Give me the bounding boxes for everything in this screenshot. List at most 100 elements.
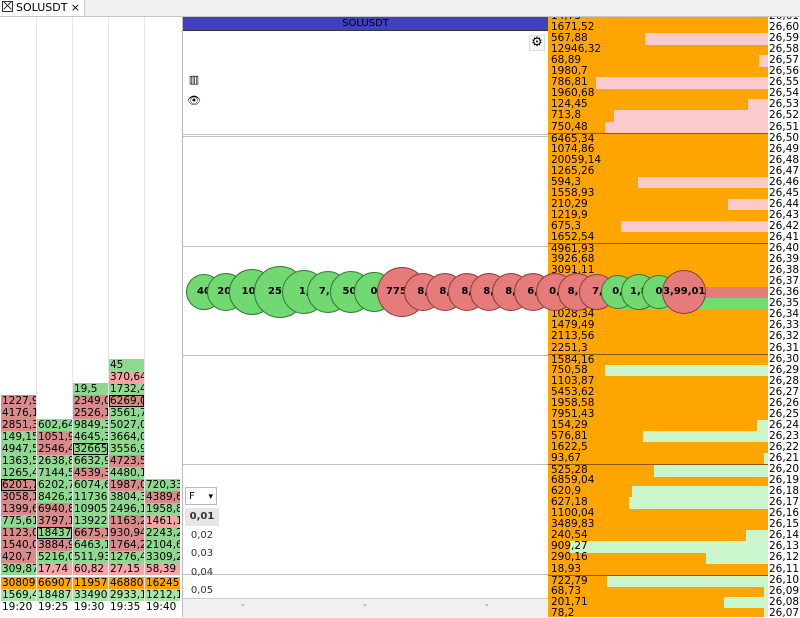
footprint-cell: 2851,3: [1, 419, 36, 431]
depth-bar: [724, 596, 768, 609]
indicator-icon[interactable]: ▥: [186, 73, 202, 87]
gridline: [183, 464, 548, 465]
orderbook-row[interactable]: 12946,32: [548, 44, 768, 56]
bubble-chart-panel[interactable]: SOLUSDT ⚙ ▥ 👁 40 20, 101 259, 1, 7,8 50, 0 775,1…: [182, 17, 707, 618]
footprint-cell: 370,64: [109, 371, 144, 383]
footprint-cell: 60,82: [73, 563, 108, 575]
filter-select[interactable]: F ▾: [185, 487, 217, 505]
footprint-cell: 1212,1: [145, 589, 180, 601]
gear-icon[interactable]: ⚙: [529, 35, 545, 51]
trade-bubble[interactable]: 3,99,01: [662, 270, 707, 314]
footprint-cell: 2349,0: [73, 395, 108, 407]
volume-value: 1652,54: [551, 231, 595, 243]
orderbook-row[interactable]: 722,79: [548, 574, 768, 588]
footprint-cell: 1265,4: [1, 467, 36, 479]
depth-bar: [596, 77, 768, 89]
footprint-cell: 4176,1: [1, 407, 36, 419]
time-axis-strip: ---: [183, 598, 548, 618]
chevron-down-icon: ▾: [208, 492, 213, 502]
depth-bar: [643, 430, 768, 443]
orderbook-row[interactable]: 78,2: [548, 606, 768, 617]
footprint-cell: 2638,8: [37, 455, 72, 467]
volume-value: 2251,3: [551, 341, 588, 354]
tick-size-option[interactable]: 0,03: [185, 545, 219, 563]
chart-window-icon: [2, 1, 13, 12]
volume-value: 78,2: [551, 606, 575, 617]
orderbook-row[interactable]: 6859,04: [548, 475, 768, 487]
footprint-cell: 3804,3: [109, 491, 144, 503]
orderbook-row[interactable]: 1219,9: [548, 209, 768, 222]
tab-solusdt[interactable]: SOLUSDT ×: [0, 0, 85, 16]
tab-title: SOLUSDT: [16, 1, 68, 14]
axis-dash: -: [241, 600, 245, 611]
depth-bar: [728, 198, 768, 211]
divider: [183, 134, 548, 135]
time-label: 19:30: [74, 601, 105, 613]
footprint-cell: 2546,4: [37, 443, 72, 455]
orderbook-row[interactable]: 93,67: [548, 452, 768, 465]
tab-bar: SOLUSDT ×: [0, 0, 800, 17]
orderbook-row[interactable]: 201,71: [548, 596, 768, 609]
footprint-cell: 8426,2: [37, 491, 72, 503]
depth-bar: [645, 33, 768, 45]
footprint-cell: 1363,5: [1, 455, 36, 467]
chart-title: SOLUSDT: [183, 17, 548, 31]
close-icon[interactable]: ×: [71, 0, 80, 16]
footprint-cell: 1764,2: [109, 539, 144, 551]
orderbook-row[interactable]: 1652,54: [548, 231, 768, 244]
footprint-cell: 119576: [73, 577, 108, 589]
footprint-cell: 30809,: [1, 577, 36, 589]
tick-size-option[interactable]: 0,02: [185, 527, 219, 545]
footprint-cell: 2526,1: [73, 407, 108, 419]
footprint-cell: 66907,: [37, 577, 72, 589]
footprint-cell: 2933,1: [109, 589, 144, 601]
footprint-cell: 16245,: [145, 577, 180, 589]
volume-value: 750,48: [551, 120, 588, 133]
orderbook-ladder[interactable]: 14,731671,52567,8812946,3268,891980,7786…: [548, 17, 768, 617]
divider: [183, 136, 548, 137]
axis-dash: -: [485, 600, 489, 611]
footprint-cell: 27,15: [109, 563, 144, 575]
footprint-cell: 13922,: [73, 515, 108, 527]
orderbook-row[interactable]: 2251,3: [548, 341, 768, 355]
depth-bar: [706, 552, 768, 564]
eye-icon[interactable]: 👁: [186, 94, 202, 108]
filter-value: F: [189, 491, 195, 502]
footprint-cell: 19,5: [73, 383, 108, 395]
footprint-cell: 1732,4: [109, 383, 144, 395]
footprint-cell: 6202,7: [37, 479, 72, 491]
price-label: 26,07: [769, 606, 800, 617]
footprint-cell: 4645,3: [73, 431, 108, 443]
depth-bar: [605, 364, 768, 377]
footprint-cell: 1540,0: [1, 539, 36, 551]
orderbook-row[interactable]: 1622,5: [548, 441, 768, 454]
orderbook-row[interactable]: 124,45: [548, 99, 768, 111]
depth-bar: [759, 55, 768, 67]
orderbook-row[interactable]: 18,93: [548, 563, 768, 576]
footprint-cell: 602,64: [37, 419, 72, 431]
footprint-cell: 5216,0: [37, 551, 72, 563]
depth-bar: [632, 486, 768, 498]
footprint-cell: 2104,6: [145, 539, 180, 551]
orderbook-row[interactable]: 290,16: [548, 552, 768, 564]
footprint-cell: 45: [109, 359, 144, 371]
footprint-panel: 1227,9 4176,1 2851,3 149,15 4947,5 1363,5 1265…: [0, 17, 182, 617]
footprint-cell: 32665,: [73, 443, 108, 455]
footprint-cell: 1227,9: [1, 395, 36, 407]
footprint-cell: 930,94: [109, 527, 144, 539]
time-label: 19:35: [110, 601, 141, 613]
footprint-cell: 3664,0: [109, 431, 144, 443]
footprint-cell: 511,93: [73, 551, 108, 563]
tick-size-option[interactable]: 0,04: [185, 564, 219, 582]
depth-bar: [629, 497, 768, 509]
footprint-cell: 11736,: [73, 491, 108, 503]
footprint-cell: 1987,0: [109, 479, 144, 491]
orderbook-row[interactable]: 1265,26: [548, 165, 768, 178]
footprint-cell: 18487,: [37, 589, 72, 601]
depth-bar: [605, 121, 768, 133]
orderbook-row[interactable]: 750,48: [548, 120, 768, 133]
tick-size-option[interactable]: 0,01: [185, 508, 219, 526]
footprint-cell: 6463,1: [73, 539, 108, 551]
footprint-cell: 3884,9: [37, 539, 72, 551]
footprint-cell: 2243,2: [145, 527, 180, 539]
